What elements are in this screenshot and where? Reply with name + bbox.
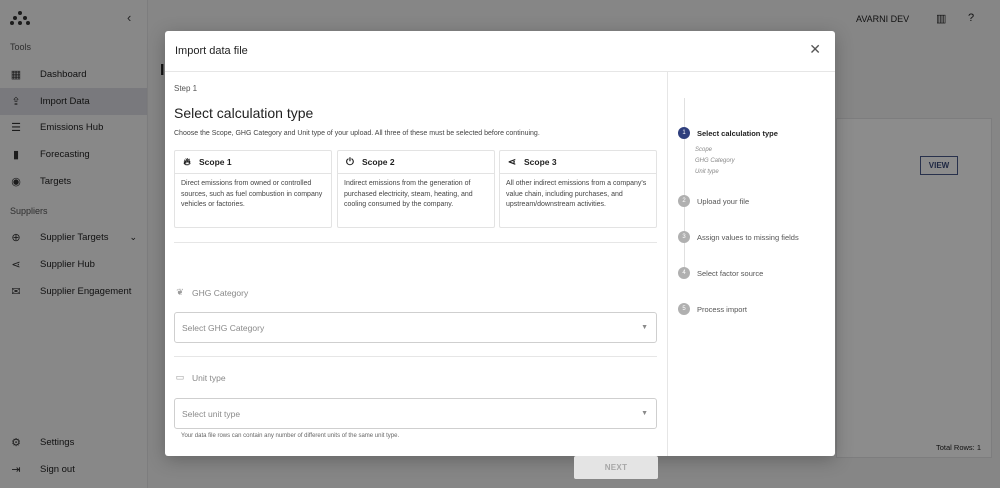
step-label: Process import (697, 304, 748, 314)
substep-scope: Scope (695, 147, 713, 153)
ghg-category-select[interactable]: Select GHG Category ▼ (174, 312, 657, 343)
modal-header: Import data file ✕ (165, 31, 835, 72)
unit-type-placeholder: Select unit type (182, 408, 241, 419)
modal-title: Import data file (175, 45, 248, 57)
ruler-icon: ▭ (175, 372, 185, 382)
step-number: 3 (678, 231, 690, 243)
step-label: Select factor source (697, 268, 764, 278)
step-2: 2 Upload your file (678, 195, 749, 207)
scope-title: Scope 1 (199, 157, 232, 167)
leaf-icon: ❦ (176, 287, 184, 297)
scope-card-header: 🔥︎ Scope 1 (175, 151, 331, 174)
step-5: 5 Process import (678, 303, 747, 315)
scope-description: All other indirect emissions from a comp… (506, 180, 647, 208)
import-data-modal: Import data file ✕ Step 1 Select calcula… (165, 31, 835, 479)
scope-card-header: ⏻ Scope 2 (338, 151, 494, 174)
scope-1-card[interactable]: 🔥︎ Scope 1 Direct emissions from owned o… (174, 150, 332, 228)
ghg-category-label: ❦ GHG Category (174, 287, 248, 298)
step-3: 3 Assign values to missing fields (678, 231, 799, 243)
ghg-category-label-text: GHG Category (192, 287, 249, 298)
plug-icon: ⏻ (346, 156, 354, 168)
scope-description: Direct emissions from owned or controlle… (181, 180, 323, 208)
scope-title: Scope 3 (524, 157, 557, 167)
step-number: 4 (678, 267, 690, 279)
calculation-type-heading: Select calculation type (174, 105, 314, 121)
next-button[interactable]: NEXT (574, 456, 658, 479)
unit-type-label-text: Unit type (192, 372, 226, 383)
dropdown-arrow-icon: ▼ (641, 410, 648, 417)
dropdown-arrow-icon: ▼ (641, 324, 648, 331)
instructions-text: Choose the Scope, GHG Category and Unit … (174, 130, 540, 137)
step-label: Select calculation type (697, 128, 778, 138)
step-indicator: Step 1 (174, 84, 198, 93)
unit-type-select[interactable]: Select unit type ▼ (174, 398, 657, 429)
scope-description: Indirect emissions from the generation o… (344, 180, 473, 208)
stepper: 1 Select calculation type Scope GHG Cate… (667, 72, 835, 456)
modal-form: Step 1 Select calculation type Choose th… (165, 72, 667, 479)
unit-type-label: ▭ Unit type (174, 372, 226, 383)
step-label: Upload your file (697, 196, 750, 206)
step-number: 2 (678, 195, 690, 207)
scope-2-card[interactable]: ⏻ Scope 2 Indirect emissions from the ge… (337, 150, 495, 228)
substep-ghg-category: GHG Category (695, 158, 735, 164)
scope-card-header: ⋖ Scope 3 (500, 151, 656, 174)
flame-icon: 🔥︎ (183, 156, 191, 168)
step-number: 1 (678, 127, 690, 139)
step-1: 1 Select calculation type (678, 127, 778, 139)
step-label: Assign values to missing fields (697, 232, 799, 242)
scope-3-card[interactable]: ⋖ Scope 3 All other indirect emissions f… (499, 150, 657, 228)
step-4: 4 Select factor source (678, 267, 763, 279)
ghg-category-placeholder: Select GHG Category (182, 322, 265, 333)
step-number: 5 (678, 303, 690, 315)
substep-unit-type: Unit type (695, 169, 719, 175)
share-icon: ⋖ (507, 156, 517, 168)
divider (174, 242, 657, 243)
scope-title: Scope 2 (362, 157, 395, 167)
divider (174, 356, 657, 357)
close-icon[interactable]: ✕ (809, 42, 821, 56)
unit-type-helper-text: Your data file rows can contain any numb… (181, 433, 400, 439)
